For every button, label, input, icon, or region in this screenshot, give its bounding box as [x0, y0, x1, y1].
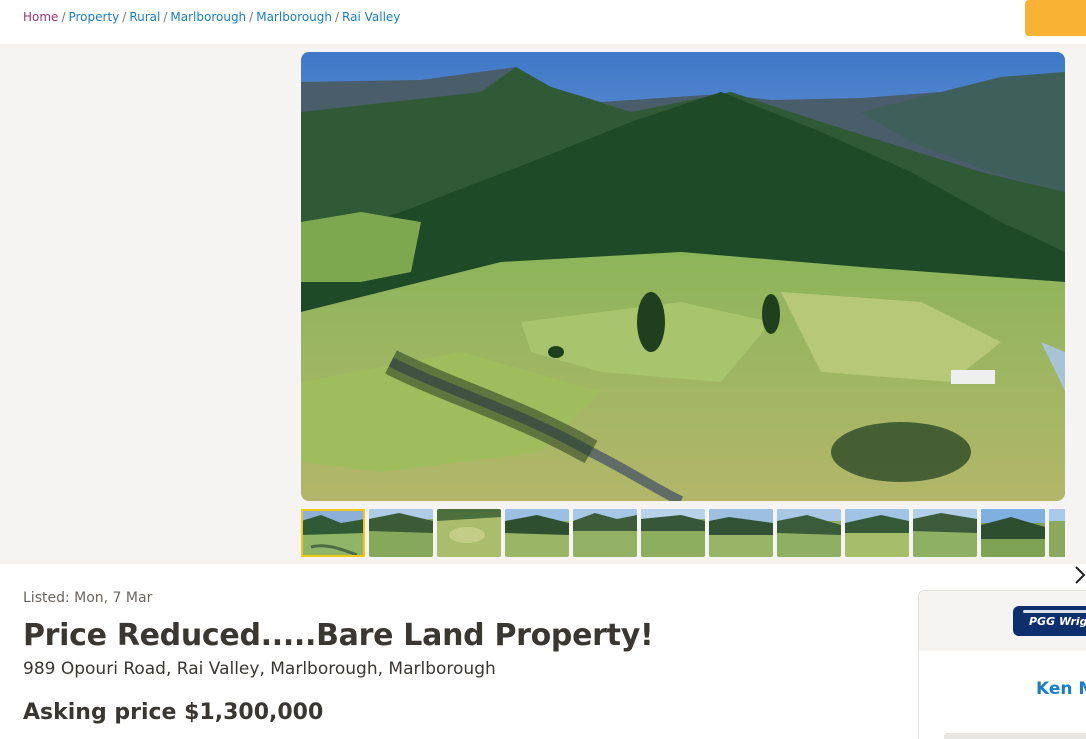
top-action-button[interactable] [1025, 0, 1086, 36]
breadcrumb-district[interactable]: Marlborough [256, 10, 332, 24]
thumbnail[interactable] [641, 509, 705, 557]
thumbnail[interactable] [981, 509, 1045, 557]
breadcrumb: Home / Property / Rural / Marlborough / Marlboro… [23, 10, 400, 24]
chevron-right-icon[interactable] [1068, 561, 1086, 589]
thumbnail[interactable] [777, 509, 841, 557]
agent-name[interactable]: Ken M [1036, 679, 1086, 699]
breadcrumb-property[interactable]: Property [68, 10, 119, 24]
breadcrumb-separator: / [249, 10, 254, 24]
photo-gallery [0, 44, 1086, 584]
breadcrumb-region[interactable]: Marlborough [170, 10, 246, 24]
thumbnail[interactable] [437, 509, 501, 557]
top-bar: Home / Property / Rural / Marlborough / Marlboro… [0, 0, 1086, 44]
agency-logo-strip: PGG Wright [919, 591, 1086, 651]
breadcrumb-rural[interactable]: Rural [129, 10, 160, 24]
thumbnail[interactable] [573, 509, 637, 557]
agency-logo[interactable]: PGG Wright [1013, 606, 1086, 636]
thumbnail-strip [301, 509, 1065, 557]
hero-photo[interactable] [301, 52, 1065, 501]
thumbnail[interactable] [301, 509, 365, 557]
asking-price: Asking price $1,300,000 [23, 700, 324, 725]
breadcrumb-separator: / [335, 10, 340, 24]
thumbnail[interactable] [845, 509, 909, 557]
breadcrumb-home[interactable]: Home [23, 10, 58, 24]
thumbnail[interactable] [369, 509, 433, 557]
thumbnail[interactable] [913, 509, 977, 557]
breadcrumb-separator: / [122, 10, 127, 24]
agent-card: PGG Wright Ken M [918, 590, 1086, 739]
thumbnail[interactable] [1049, 509, 1065, 557]
listed-date: Listed: Mon, 7 Mar [23, 590, 153, 606]
breadcrumb-suburb[interactable]: Rai Valley [342, 10, 400, 24]
agent-contact-button[interactable] [944, 733, 1086, 739]
thumbnail[interactable] [709, 509, 773, 557]
breadcrumb-separator: / [61, 10, 66, 24]
listing-address: 989 Opouri Road, Rai Valley, Marlborough… [23, 659, 496, 679]
listing-title: Price Reduced.....Bare Land Property! [23, 618, 654, 653]
thumbnail[interactable] [505, 509, 569, 557]
breadcrumb-separator: / [163, 10, 168, 24]
